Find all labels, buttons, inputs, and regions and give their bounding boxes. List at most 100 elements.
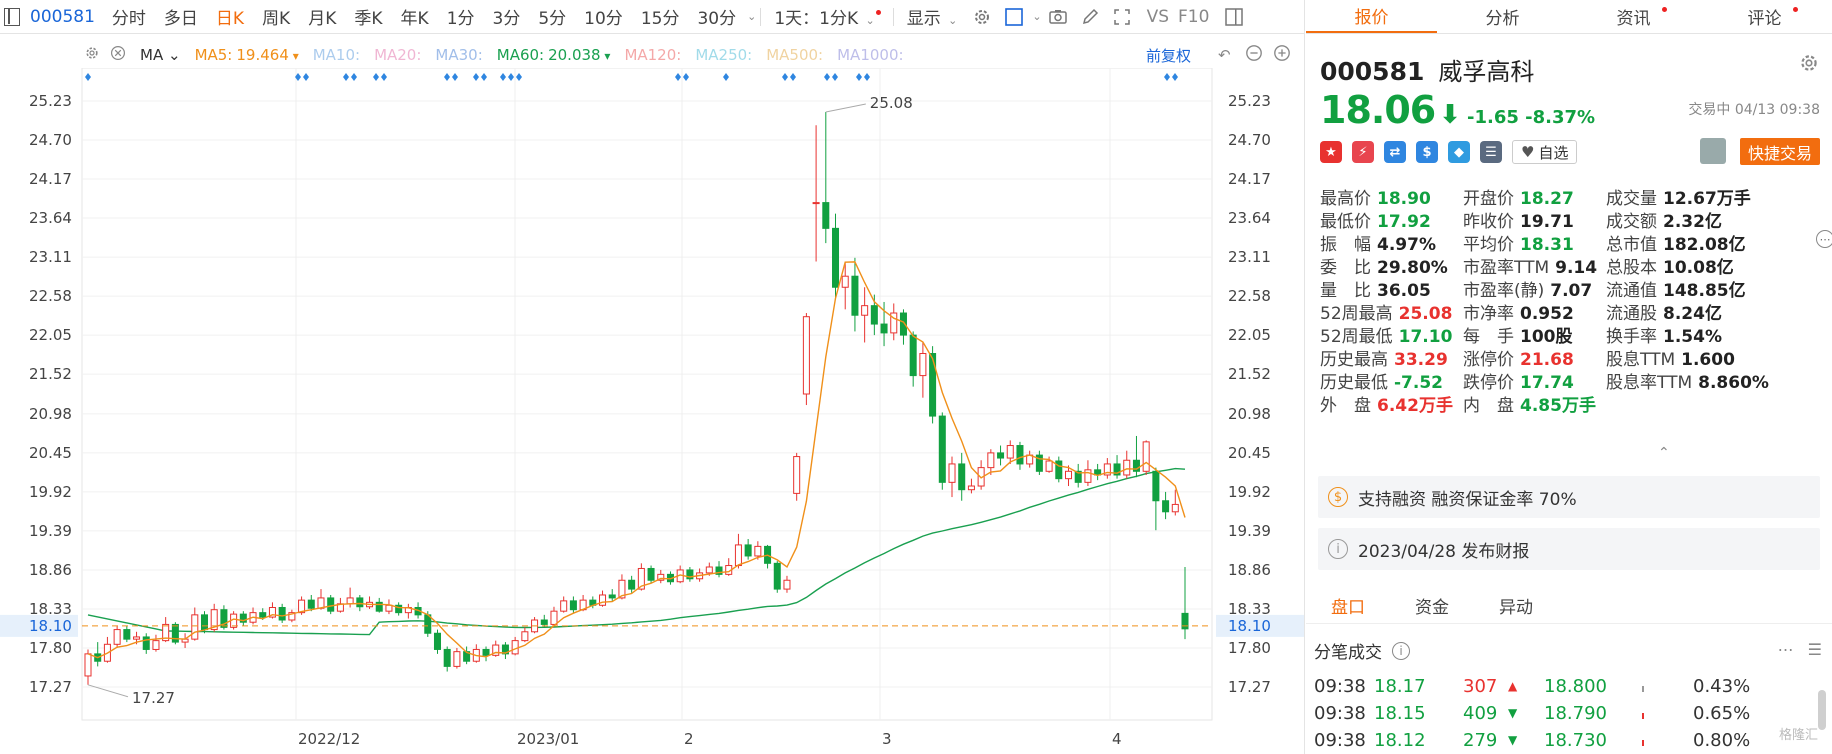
bell-icon[interactable] bbox=[1700, 138, 1726, 164]
ma-indicator[interactable]: MA120: bbox=[624, 46, 681, 64]
current-price: 18.06 bbox=[1320, 88, 1436, 132]
candlestick-chart[interactable]: 25.23 25.23 24.70 24.70 24.17 24.17 23.64 23.64… bbox=[0, 68, 1305, 754]
close-icon[interactable] bbox=[110, 45, 126, 65]
period-tab[interactable]: 年K bbox=[392, 4, 438, 29]
scrollbar[interactable] bbox=[1818, 690, 1826, 730]
camera-icon[interactable] bbox=[1047, 6, 1069, 28]
report-info-box[interactable]: i 2023/04/28 发布财报 bbox=[1318, 528, 1820, 570]
candle-body bbox=[346, 597, 354, 605]
ma-indicator[interactable]: MA30: bbox=[435, 46, 482, 64]
stat-label: 外 盘 bbox=[1320, 396, 1371, 416]
ma-indicator[interactable]: MA60: 20.038 ▾ bbox=[497, 46, 611, 64]
period-tab[interactable]: 5分 bbox=[529, 4, 575, 29]
china-flag-icon[interactable]: ★ bbox=[1320, 141, 1342, 163]
add-watchlist-label: 自选 bbox=[1538, 143, 1569, 162]
gear-icon[interactable] bbox=[1798, 52, 1820, 78]
stat-item: 昨收价 19.71 bbox=[1463, 207, 1574, 232]
margin-info-box[interactable]: $ 支持融资 融资保证金率 70% bbox=[1318, 476, 1820, 518]
ma-indicator[interactable]: MA500: bbox=[766, 46, 823, 64]
undo-icon[interactable]: ↶ bbox=[1218, 46, 1231, 64]
quote-tab[interactable]: 资讯 bbox=[1568, 0, 1699, 33]
gear-icon[interactable] bbox=[84, 45, 100, 65]
color-square-icon[interactable] bbox=[1003, 6, 1025, 28]
tag-icon[interactable]: ◆ bbox=[1448, 141, 1470, 163]
period-tab[interactable]: 日K bbox=[207, 4, 253, 29]
tick-row: 09:38 18.15 409 18.790 0.65% ▼ bbox=[1306, 703, 1832, 731]
more-icon[interactable]: ⋯ bbox=[1816, 230, 1832, 248]
sidebar-toggle-icon[interactable] bbox=[4, 7, 20, 26]
dollar-icon[interactable]: $ bbox=[1416, 141, 1438, 163]
period-tab[interactable]: 周K bbox=[253, 4, 299, 29]
chevron-down-icon[interactable]: ⌄ bbox=[1032, 10, 1041, 23]
pencil-icon[interactable] bbox=[1079, 6, 1101, 28]
ma-indicator[interactable]: MA10: bbox=[313, 46, 360, 64]
quote-tab[interactable]: 报价 bbox=[1306, 0, 1437, 33]
candle-body bbox=[1152, 470, 1160, 502]
ma-indicator[interactable]: MA1000: bbox=[837, 46, 903, 64]
period-tab[interactable]: 多日 bbox=[155, 4, 207, 29]
f10-button[interactable]: F10 bbox=[1178, 7, 1218, 27]
period-tab[interactable]: 3分 bbox=[484, 4, 530, 29]
tick-bar bbox=[1642, 686, 1644, 692]
stat-item: 最高价 18.90 bbox=[1320, 184, 1431, 209]
sub-tab[interactable]: 异动 bbox=[1474, 588, 1558, 623]
tick-bar bbox=[1642, 713, 1644, 719]
zoom-in-icon[interactable] bbox=[1273, 44, 1291, 66]
chevron-up-icon[interactable]: ⌃ bbox=[1658, 445, 1670, 461]
gear-icon[interactable] bbox=[971, 6, 993, 28]
stock-code-tab[interactable]: 000581 bbox=[28, 7, 103, 27]
flash-icon[interactable]: ⚡ bbox=[1352, 141, 1374, 163]
period-tab[interactable]: 月K bbox=[299, 4, 345, 29]
stat-value: 7.07 bbox=[1550, 281, 1593, 301]
candle-body bbox=[113, 629, 121, 645]
period-tab[interactable]: 季K bbox=[345, 4, 391, 29]
stat-value: 21.68 bbox=[1520, 350, 1574, 370]
candle-body bbox=[482, 648, 490, 656]
chevron-down-icon[interactable]: ⌄ bbox=[747, 10, 756, 23]
candle-body bbox=[705, 566, 713, 574]
note-icon[interactable]: ☰ bbox=[1480, 141, 1502, 163]
stat-item: 每 手 100股 bbox=[1463, 322, 1573, 347]
period-tab[interactable]: 10分 bbox=[575, 4, 632, 29]
event-marker-icon bbox=[675, 73, 681, 81]
stat-item: 历史最高 33.29 bbox=[1320, 345, 1448, 370]
shuffle-icon[interactable]: ⇄ bbox=[1384, 141, 1406, 163]
sub-tab[interactable]: 盘口 bbox=[1306, 588, 1390, 623]
event-marker-icon bbox=[351, 73, 357, 81]
vs-compare-button[interactable]: VS bbox=[1138, 7, 1178, 27]
candle-body bbox=[1045, 460, 1053, 472]
period-tab[interactable]: 1分 bbox=[438, 4, 484, 29]
price-change: -1.65 -8.37% bbox=[1467, 107, 1595, 128]
quote-tab[interactable]: 分析 bbox=[1437, 0, 1568, 33]
event-marker-icon bbox=[824, 73, 830, 81]
display-menu[interactable]: 显示 ⌄ bbox=[898, 4, 967, 29]
period-tab[interactable]: 15分 bbox=[632, 4, 689, 29]
notification-dot bbox=[875, 10, 881, 15]
y-tick-label-left: 23.64 bbox=[29, 209, 72, 227]
list-icon[interactable]: ☰ bbox=[1808, 640, 1822, 659]
fullscreen-icon[interactable] bbox=[1111, 6, 1133, 28]
info-icon[interactable]: i bbox=[1392, 641, 1410, 660]
period-tab[interactable]: 分时 bbox=[103, 4, 155, 29]
stat-item: 涨停价 21.68 bbox=[1463, 345, 1574, 370]
ma-type-selector[interactable]: MA ⌄ bbox=[140, 46, 181, 64]
period-tab[interactable]: 30分 bbox=[688, 4, 745, 29]
x-tick-label: 2022/12 bbox=[298, 730, 360, 748]
quick-trade-button[interactable]: 快捷交易 bbox=[1739, 138, 1820, 165]
event-marker-icon bbox=[723, 73, 729, 81]
tick-row: 09:38 18.12 279 18.730 0.80% ▼ bbox=[1306, 730, 1832, 754]
panel-toggle-icon[interactable] bbox=[1223, 6, 1245, 28]
ma-indicator[interactable]: MA250: bbox=[695, 46, 752, 64]
add-watchlist-button[interactable]: ♥ 自选 bbox=[1512, 140, 1578, 164]
ma-indicator[interactable]: MA20: bbox=[374, 46, 421, 64]
stock-code: 000581 bbox=[1320, 57, 1425, 86]
more-icon[interactable]: ⋯ bbox=[1778, 640, 1794, 659]
quote-tab[interactable]: 评论 bbox=[1699, 0, 1830, 33]
adjust-mode-button[interactable]: 前复权 bbox=[1146, 45, 1191, 66]
candle-body bbox=[327, 597, 335, 612]
zoom-out-icon[interactable] bbox=[1245, 44, 1263, 66]
ma-indicator[interactable]: MA5: 19.464 ▾ bbox=[195, 46, 299, 64]
range-selector[interactable]: 1天：1分K ⌄ bbox=[765, 4, 888, 29]
stat-label: 52周最低 bbox=[1320, 327, 1393, 347]
sub-tab[interactable]: 资金 bbox=[1390, 588, 1474, 623]
